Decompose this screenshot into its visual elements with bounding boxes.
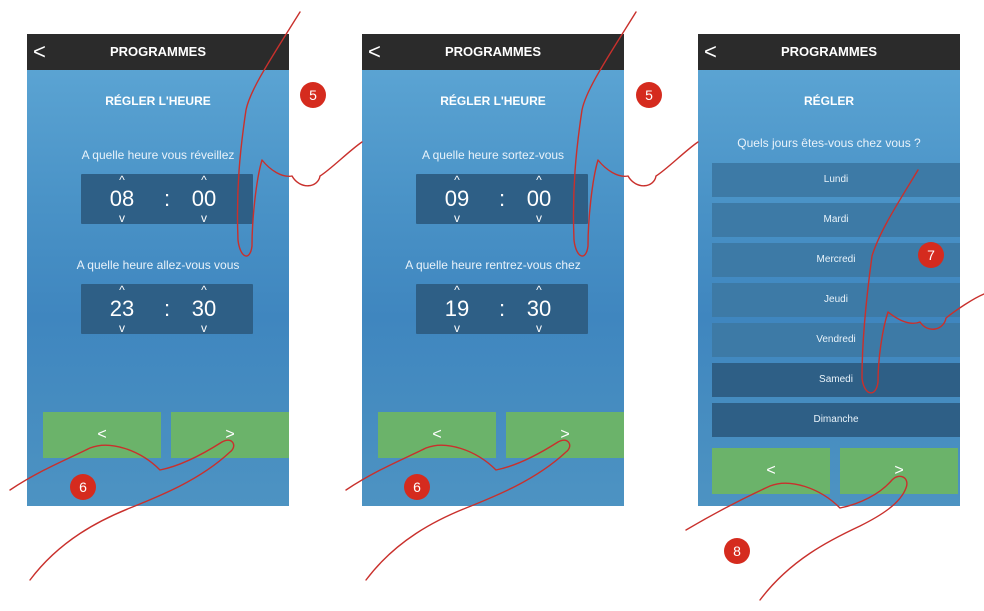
- hand-tapping-icon: [685, 475, 908, 601]
- hand-pointing-icon: [236, 11, 363, 257]
- hand-pointing-icon: [861, 169, 984, 394]
- step-badge: 7: [918, 242, 944, 268]
- hand-illustrations: [9, 11, 984, 601]
- hand-tapping-icon: [9, 439, 235, 581]
- step-badge: 6: [70, 474, 96, 500]
- step-badge: 6: [404, 474, 430, 500]
- hand-pointing-icon: [572, 11, 699, 257]
- step-badge: 8: [724, 538, 750, 564]
- step-badge: 5: [300, 82, 326, 108]
- hand-tapping-icon: [345, 439, 571, 581]
- step-badge: 5: [636, 82, 662, 108]
